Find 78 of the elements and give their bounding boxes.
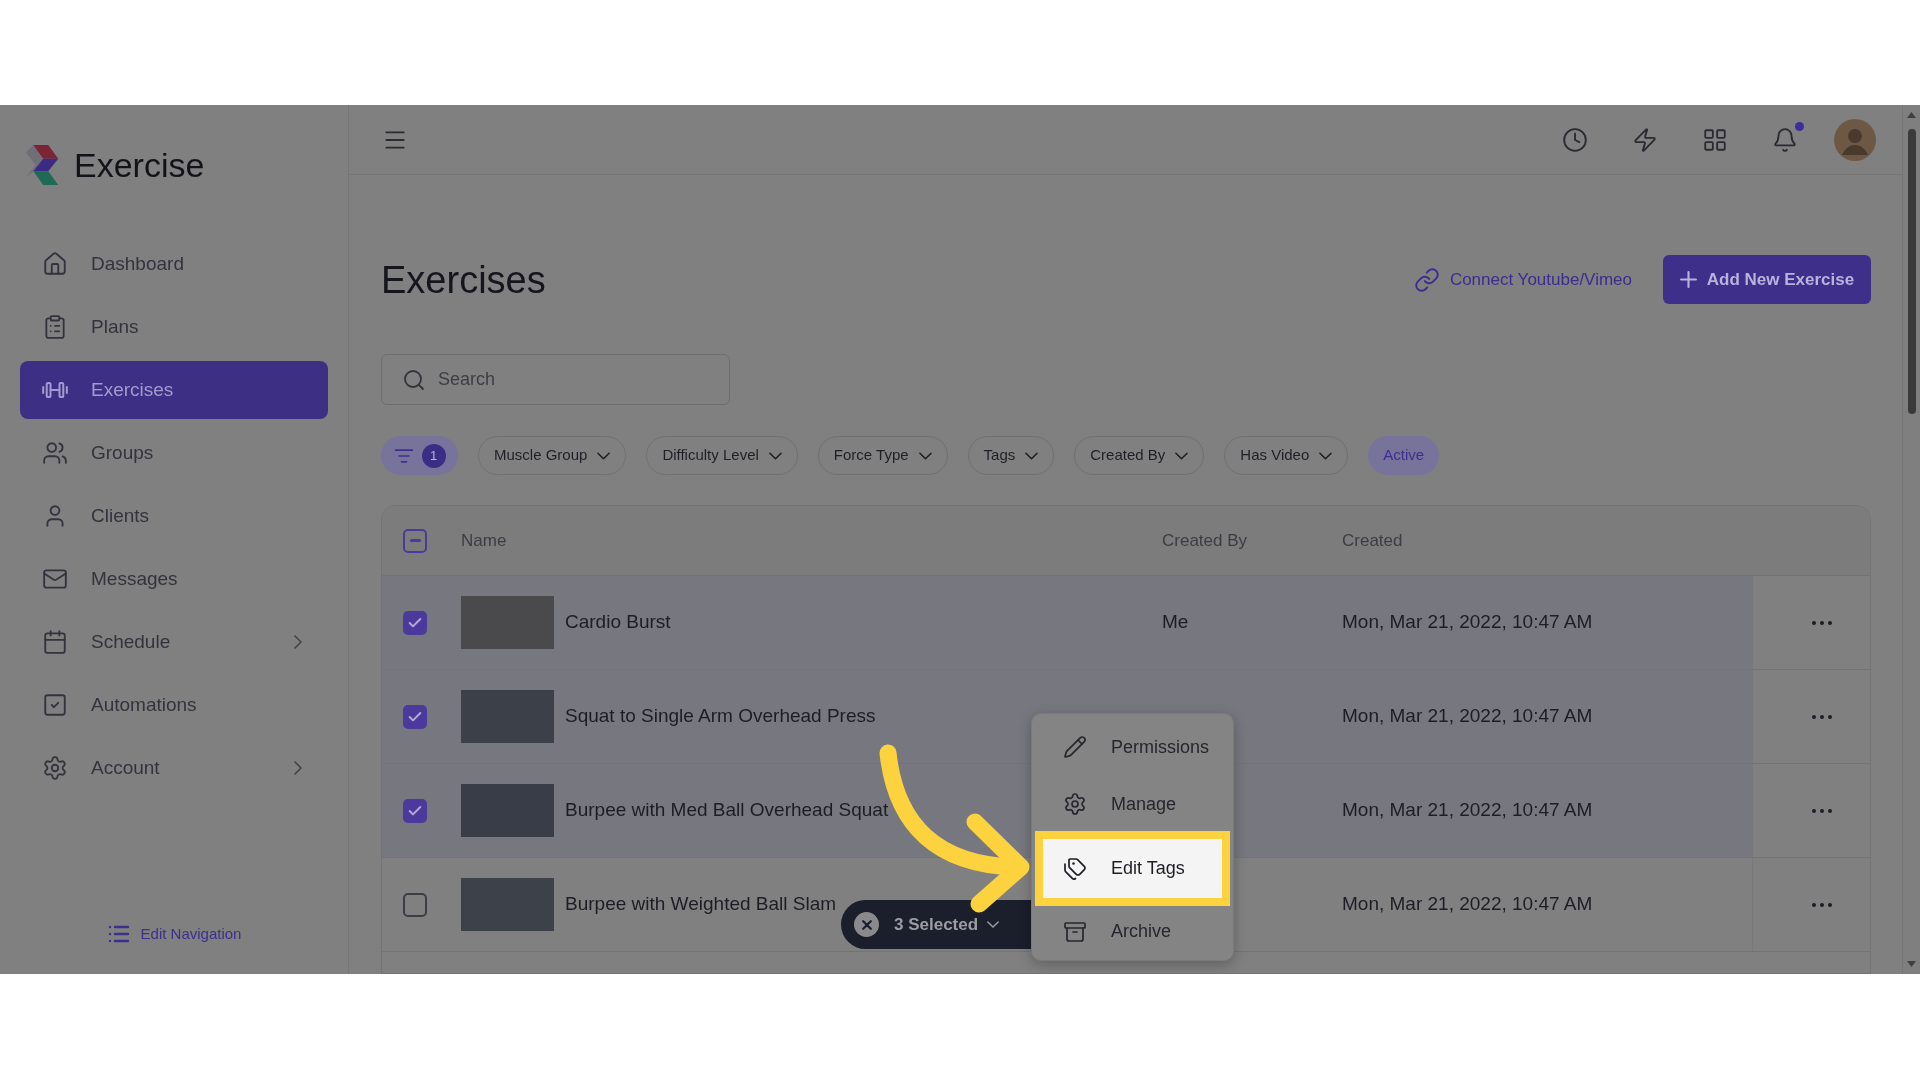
exercise-name: Burpee with Med Ball Overhead Squat: [565, 798, 889, 823]
scrollbar-thumb[interactable]: [1907, 129, 1916, 414]
app-name: Exercise: [74, 148, 205, 182]
column-header: Name: [461, 529, 507, 552]
nav-item[interactable]: Plans: [20, 298, 328, 356]
mail-icon: [42, 566, 68, 592]
filter-chip[interactable]: Active: [1368, 436, 1440, 475]
clock-icon[interactable]: [1562, 126, 1588, 153]
menu-item[interactable]: Archive: [1032, 906, 1233, 957]
search-input[interactable]: Search: [438, 366, 718, 393]
more-icon: [1812, 620, 1832, 625]
row-checkbox[interactable]: [403, 892, 427, 917]
table-cell-text: Mon, Mar 21, 2022, 10:47 AM: [1342, 704, 1593, 729]
selection-dropdown[interactable]: 3 Selected: [894, 911, 1000, 938]
avatar[interactable]: [1834, 118, 1876, 161]
chevron-down-icon: [987, 921, 1000, 928]
more-icon: [1812, 808, 1832, 813]
chevron-down-icon: [1025, 451, 1039, 460]
page-title: Exercises: [381, 260, 546, 299]
link-icon: [1413, 266, 1440, 293]
exercise-name: Cardio Burst: [565, 610, 671, 635]
scroll-down-icon[interactable]: [1907, 961, 1916, 967]
row-checkbox[interactable]: [403, 610, 427, 635]
nav-item[interactable]: Messages: [20, 550, 328, 608]
calendar-icon: [42, 629, 68, 655]
table-row[interactable]: Cardio Burst Me Mon, Mar 21, 2022, 10:47 AM: [382, 576, 1870, 670]
menu-item[interactable]: Edit Tags: [1035, 831, 1230, 906]
nav-item[interactable]: Schedule: [20, 613, 328, 671]
table-cell-text: Mon, Mar 21, 2022, 10:47 AM: [1342, 610, 1593, 635]
filter-button[interactable]: 1: [381, 436, 458, 475]
column-header: Created By: [1162, 529, 1248, 552]
clear-selection-button[interactable]: [854, 912, 879, 937]
check-square-icon: [42, 692, 68, 718]
tags-icon: [1063, 856, 1087, 881]
bell-icon[interactable]: [1772, 126, 1798, 153]
column-header: Created: [1342, 529, 1403, 552]
scroll-up-icon[interactable]: [1907, 112, 1916, 118]
lightning-icon[interactable]: [1632, 126, 1658, 153]
nav-item[interactable]: Automations: [20, 676, 328, 734]
row-checkbox[interactable]: [403, 704, 427, 729]
gear-icon: [1063, 792, 1087, 816]
close-icon: [861, 919, 872, 930]
clipboard-icon: [42, 314, 68, 340]
connect-link[interactable]: Connect Youtube/Vimeo: [1413, 266, 1632, 293]
nav-item[interactable]: Clients: [20, 487, 328, 545]
gear-icon: [42, 755, 68, 781]
select-all-checkbox[interactable]: [403, 528, 427, 553]
nav-item[interactable]: Exercises: [20, 361, 328, 419]
plus-icon: [1679, 271, 1697, 288]
menu-item[interactable]: Manage: [1032, 777, 1233, 831]
house-icon: [42, 251, 68, 277]
chevron-down-icon: [918, 451, 932, 460]
exercise-name: Squat to Single Arm Overhead Press: [565, 704, 876, 729]
chevron-down-icon: [1175, 451, 1189, 460]
row-checkbox[interactable]: [403, 798, 427, 823]
users-icon: [42, 440, 68, 466]
minus-icon: [409, 539, 421, 542]
edit-navigation-link[interactable]: Edit Navigation: [106, 922, 242, 946]
nav-item[interactable]: Dashboard: [20, 235, 328, 293]
nav-item[interactable]: Account: [20, 739, 328, 797]
search-icon: [402, 367, 426, 392]
chevron-down-icon: [768, 451, 782, 460]
more-icon: [1812, 714, 1832, 719]
grid-icon[interactable]: [1702, 126, 1728, 153]
logo-icon: [25, 145, 59, 185]
chevron-down-icon: [1319, 451, 1333, 460]
exercise-name: Burpee with Weighted Ball Slam: [565, 892, 837, 917]
archive-icon: [1063, 919, 1087, 944]
table-cell-text: Me: [1162, 610, 1189, 635]
pencil-icon: [1063, 735, 1087, 759]
add-button[interactable]: Add New Exercise: [1663, 255, 1871, 304]
chevron-down-icon: [597, 451, 611, 460]
more-icon: [1812, 902, 1832, 907]
table-cell-text: Mon, Mar 21, 2022, 10:47 AM: [1342, 892, 1593, 917]
nav-item[interactable]: Groups: [20, 424, 328, 482]
search-field[interactable]: Search: [381, 354, 730, 405]
count-badge: 1: [421, 443, 446, 468]
table-cell-text: Mon, Mar 21, 2022, 10:47 AM: [1342, 798, 1593, 823]
